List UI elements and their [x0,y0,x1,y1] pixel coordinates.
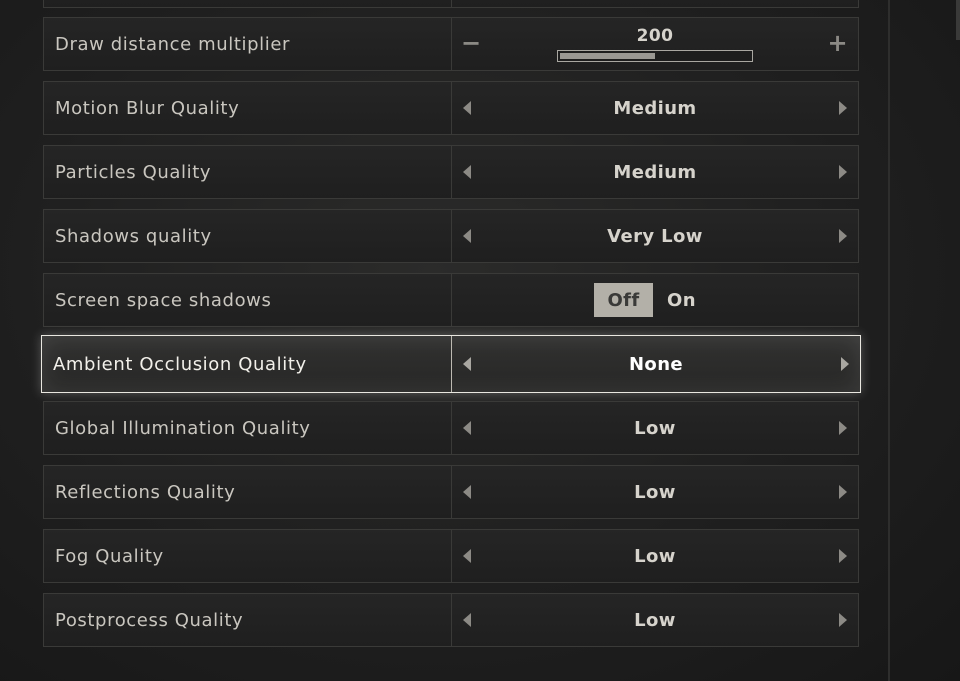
setting-row-postprocess[interactable]: Postprocess Quality Low [43,593,859,647]
setting-row-screen-space-shadows[interactable]: Screen space shadows Off On [43,273,859,327]
caret-left-icon[interactable] [463,101,471,115]
plus-icon[interactable]: + [827,31,848,55]
caret-left-icon[interactable] [463,549,471,563]
setting-selector[interactable]: None [452,336,860,392]
setting-selector[interactable]: Very Low [452,210,858,262]
setting-label: Particles Quality [44,146,452,198]
toggle-control[interactable]: Off On [452,274,858,326]
slider[interactable]: 200 [557,27,753,62]
caret-right-icon[interactable] [839,101,847,115]
panel-divider [888,0,890,681]
caret-left-icon[interactable] [463,421,471,435]
setting-value: Low [634,545,676,567]
setting-selector[interactable]: Low [452,466,858,518]
setting-label: Draw distance multiplier [44,18,452,70]
setting-value: Very Low [607,225,703,247]
on-off-toggle[interactable]: Off On [594,283,710,317]
toggle-on-option[interactable]: On [653,283,710,317]
caret-right-icon[interactable] [839,421,847,435]
settings-row-partial[interactable] [43,0,859,8]
toggle-off-option[interactable]: Off [594,283,654,317]
scrollbar[interactable] [956,0,960,40]
setting-value: Medium [613,161,697,183]
draw-distance-slider-control[interactable]: − 200 + [452,18,858,70]
graphics-settings-screen: Draw distance multiplier − 200 + Motion … [0,0,960,681]
setting-selector[interactable]: Low [452,402,858,454]
setting-value: Low [634,481,676,503]
setting-label: Screen space shadows [44,274,452,326]
setting-row-motion-blur[interactable]: Motion Blur Quality Medium [43,81,859,135]
slider-track[interactable] [557,49,753,62]
caret-left-icon[interactable] [463,613,471,627]
setting-label: Fog Quality [44,530,452,582]
setting-row-reflections[interactable]: Reflections Quality Low [43,465,859,519]
caret-left-icon[interactable] [463,229,471,243]
setting-value: None [628,353,684,375]
setting-selector[interactable]: Low [452,530,858,582]
setting-row-global-illumination[interactable]: Global Illumination Quality Low [43,401,859,455]
caret-left-icon[interactable] [463,165,471,179]
setting-value: Medium [613,97,697,119]
slider-fill [560,52,655,59]
setting-selector[interactable]: Medium [452,82,858,134]
caret-right-icon[interactable] [839,485,847,499]
caret-right-icon[interactable] [839,549,847,563]
setting-row-shadows[interactable]: Shadows quality Very Low [43,209,859,263]
caret-left-icon[interactable] [463,357,471,371]
minus-icon[interactable]: − [461,31,482,55]
setting-row-particles[interactable]: Particles Quality Medium [43,145,859,199]
setting-label: Reflections Quality [44,466,452,518]
setting-label: Postprocess Quality [44,594,452,646]
setting-label: Shadows quality [44,210,452,262]
setting-label [44,0,452,7]
caret-right-icon[interactable] [839,229,847,243]
setting-value[interactable] [452,0,858,7]
setting-row-ambient-occlusion[interactable]: Ambient Occlusion Quality None [41,335,861,393]
caret-right-icon[interactable] [839,165,847,179]
caret-left-icon[interactable] [463,485,471,499]
setting-selector[interactable]: Low [452,594,858,646]
setting-row-fog[interactable]: Fog Quality Low [43,529,859,583]
setting-value: Low [634,417,676,439]
setting-row-draw-distance[interactable]: Draw distance multiplier − 200 + [43,17,859,71]
setting-label: Motion Blur Quality [44,82,452,134]
caret-right-icon[interactable] [839,613,847,627]
setting-selector[interactable]: Medium [452,146,858,198]
setting-value: Low [634,609,676,631]
caret-right-icon[interactable] [841,357,849,371]
setting-label: Global Illumination Quality [44,402,452,454]
setting-label: Ambient Occlusion Quality [42,336,452,392]
slider-value: 200 [636,25,674,46]
